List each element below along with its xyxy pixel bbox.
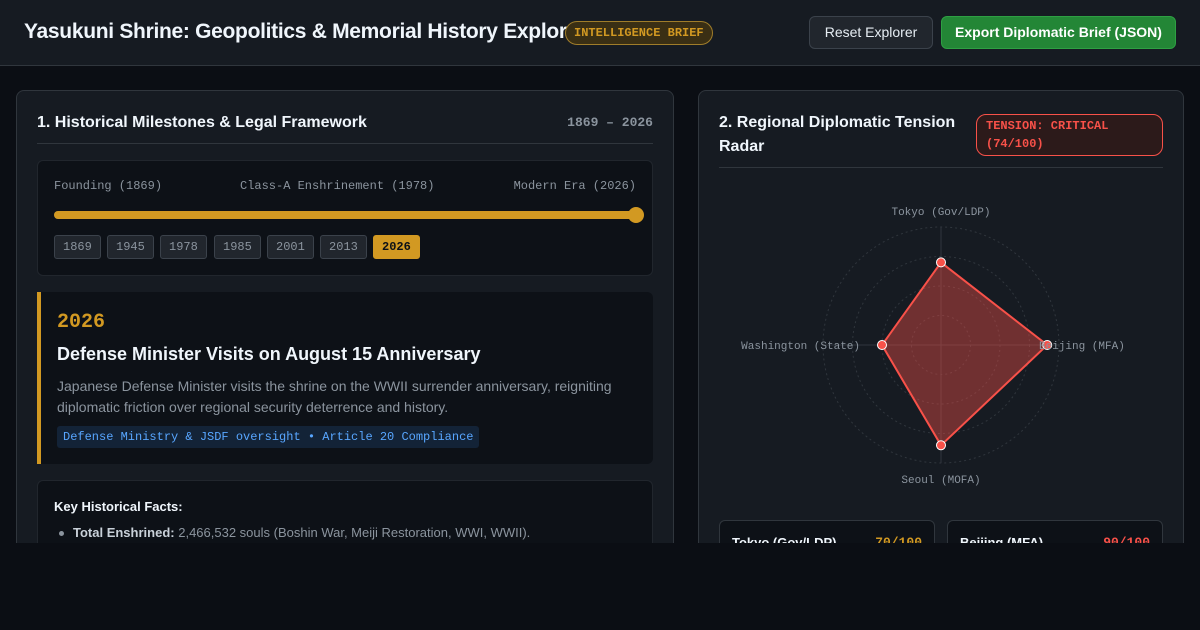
- year-chip-2026[interactable]: 2026: [373, 235, 420, 259]
- facts-box: Key Historical Facts: Total Enshrined: 2…: [37, 480, 653, 543]
- nation-card-name: Beijing (MFA): [960, 535, 1044, 543]
- history-panel: 1. Historical Milestones & Legal Framewo…: [16, 90, 674, 543]
- fact-text: 2,466,532 souls (Boshin War, Meiji Resto…: [174, 525, 531, 540]
- year-chip-1978[interactable]: 1978: [160, 235, 207, 259]
- reset-explorer-button[interactable]: Reset Explorer: [809, 16, 933, 49]
- main-content: 1. Historical Milestones & Legal Framewo…: [0, 66, 1200, 543]
- tension-radar-chart: Tokyo (Gov/LDP) Beijing (MFA) Seoul (MOFA)…: [741, 207, 1125, 487]
- history-range: 1869 – 2026: [567, 115, 653, 130]
- intelligence-badge: INTELLIGENCE BRIEF: [565, 21, 713, 45]
- export-brief-button[interactable]: Export Diplomatic Brief (JSON): [941, 16, 1176, 49]
- history-divider: [37, 143, 653, 144]
- radar-axis-label: Tokyo (Gov/LDP): [891, 207, 990, 219]
- app-title: Yasukuni Shrine: Geopolitics & Memorial …: [24, 20, 587, 43]
- radar-axis-label: Beijing (MFA): [1039, 341, 1125, 353]
- year-chip-1869[interactable]: 1869: [54, 235, 101, 259]
- radar-point: [936, 440, 946, 451]
- timeline-slider[interactable]: [54, 207, 644, 223]
- timeline-end-label: Modern Era (2026): [513, 179, 636, 193]
- radar-axis-label: Washington (State): [741, 341, 860, 353]
- nation-card-score: 70/100: [875, 535, 922, 543]
- timeline-box: Founding (1869) Class-A Enshrinement (19…: [37, 160, 653, 276]
- radar-tension-area: [880, 260, 1049, 447]
- timeline-slider-thumb[interactable]: [628, 207, 644, 223]
- year-chip-2001[interactable]: 2001: [267, 235, 314, 259]
- facts-title: Key Historical Facts:: [54, 499, 183, 514]
- top-bar: Yasukuni Shrine: Geopolitics & Memorial …: [0, 0, 1200, 66]
- fact-item: Total Enshrined: 2,466,532 souls (Boshin…: [73, 525, 530, 540]
- nation-card-beijing[interactable]: Beijing (MFA) 90/100: [947, 520, 1163, 543]
- event-year: 2026: [57, 311, 106, 334]
- timeline-mid-label: Class-A Enshrinement (1978): [240, 179, 435, 193]
- timeline-slider-fill: [54, 211, 636, 219]
- radar-point: [877, 340, 887, 350]
- radar-divider: [719, 167, 1163, 168]
- year-chip-1985[interactable]: 1985: [214, 235, 261, 259]
- year-chip-1945[interactable]: 1945: [107, 235, 154, 259]
- radar-panel-title-line1: 2. Regional Diplomatic Tension: [719, 114, 956, 131]
- timeline-start-label: Founding (1869): [54, 179, 163, 193]
- event-description: Japanese Defense Minister visits the shr…: [57, 378, 612, 415]
- radar-panel: 2. Regional Diplomatic Tension Radar TEN…: [698, 90, 1184, 543]
- event-tag: Defense Ministry & JSDF oversight • Arti…: [57, 426, 480, 448]
- tension-badge-line1: TENSION: CRITICAL: [986, 119, 1109, 133]
- radar-point: [936, 257, 946, 268]
- fact-bullet: [59, 531, 64, 536]
- tension-badge: TENSION: CRITICAL (74/100): [976, 114, 1163, 156]
- nation-card-score: 90/100: [1103, 535, 1150, 543]
- event-card: 2026 Defense Minister Visits on August 1…: [37, 292, 653, 464]
- year-chip-2013[interactable]: 2013: [320, 235, 367, 259]
- radar-panel-title-line2: Radar: [719, 138, 765, 155]
- history-panel-title: 1. Historical Milestones & Legal Framewo…: [37, 114, 367, 131]
- radar-axis-label: Seoul (MOFA): [901, 475, 980, 487]
- fact-label: Total Enshrined:: [73, 525, 175, 540]
- nation-card-name: Tokyo (Gov/LDP): [732, 535, 837, 543]
- nation-card-tokyo[interactable]: Tokyo (Gov/LDP) 70/100: [719, 520, 935, 543]
- tension-badge-line2: (74/100): [986, 137, 1044, 151]
- event-title: Defense Minister Visits on August 15 Ann…: [57, 344, 481, 364]
